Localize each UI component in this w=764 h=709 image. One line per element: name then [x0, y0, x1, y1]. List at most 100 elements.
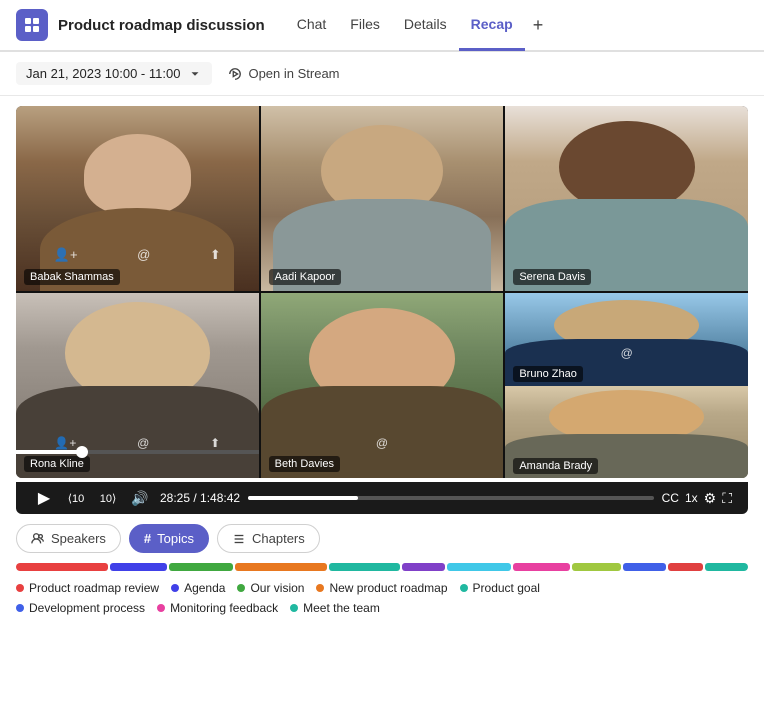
volume-button[interactable]: 🔊 [128, 486, 152, 510]
chevron-down-icon [188, 67, 202, 81]
cell-icons-bruno: @ [505, 346, 748, 360]
progress-fill-main [248, 496, 357, 500]
legend-item-6[interactable]: Monitoring feedback [157, 601, 278, 615]
legend-dot-1 [171, 584, 179, 592]
fullscreen-button[interactable]: ⛶ [722, 490, 732, 507]
speakers-label: Speakers [51, 531, 106, 546]
subheader: Jan 21, 2023 10:00 - 11:00 Open in Strea… [0, 52, 764, 96]
tl-seg-7 [513, 563, 570, 571]
tl-seg-6 [447, 563, 511, 571]
mention-icon: @ [137, 247, 150, 263]
app-header: Product roadmap discussion Chat Files De… [0, 0, 764, 52]
share-icon: ⬆ [210, 247, 221, 263]
tl-seg-11 [705, 563, 748, 571]
tl-seg-2 [169, 563, 233, 571]
tabs-section: Speakers # Topics Chapters [0, 514, 764, 559]
legend-dot-7 [290, 604, 298, 612]
name-tag-bruno: Bruno Zhao [513, 366, 582, 382]
speed-button[interactable]: 1x [685, 491, 698, 505]
video-controls-bar: ▶ ⟨10 10⟩ 🔊 28:25 / 1:48:42 CC 1x ⚙ ⛶ [16, 482, 748, 514]
chapters-icon [232, 532, 246, 546]
progress-thumb [76, 446, 88, 458]
stream-label: Open in Stream [248, 66, 339, 81]
speakers-tab[interactable]: Speakers [16, 524, 121, 553]
nav-tabs: Chat Files Details Recap + [285, 0, 748, 51]
header-title: Product roadmap discussion [58, 17, 265, 34]
mention-icon-2: @ [137, 436, 149, 450]
legend-row-1: Product roadmap review Agenda Our vision… [0, 575, 764, 597]
video-cell-aadi: Aadi Kapoor [261, 106, 504, 291]
legend-dot-0 [16, 584, 24, 592]
name-tag-babak: Babak Shammas [24, 269, 120, 285]
tl-seg-0 [16, 563, 108, 571]
progress-bar-main[interactable] [248, 496, 654, 500]
progress-fill [16, 450, 82, 454]
add-person-icon: 👤+ [54, 247, 78, 263]
add-person-icon-2: 👤+ [54, 436, 76, 450]
video-cell-serena: Serena Davis [505, 106, 748, 291]
name-tag-beth: Beth Davies [269, 456, 340, 472]
settings-button[interactable]: ⚙ [704, 490, 717, 507]
tl-seg-10 [668, 563, 704, 571]
legend-item-5[interactable]: Development process [16, 601, 145, 615]
right-controls: CC 1x ⚙ ⛶ [662, 490, 732, 507]
video-cell-babak: Babak Shammas 👤+ @ ⬆ [16, 106, 259, 291]
chapters-tab[interactable]: Chapters [217, 524, 320, 553]
tl-seg-5 [402, 563, 445, 571]
topics-label: Topics [157, 531, 194, 546]
legend-item-7[interactable]: Meet the team [290, 601, 380, 615]
video-grid: Babak Shammas 👤+ @ ⬆ Aadi Kapoor Serena … [16, 106, 748, 478]
stream-icon [228, 67, 242, 81]
tl-seg-4 [329, 563, 400, 571]
date-label: Jan 21, 2023 10:00 - 11:00 [26, 66, 180, 81]
prev-button[interactable]: ⟨10 [64, 486, 88, 510]
play-button[interactable]: ▶ [32, 486, 56, 510]
progress-bar-overlay[interactable] [16, 450, 259, 454]
time-display: 28:25 / 1:48:42 [160, 491, 240, 505]
tabs-row: Speakers # Topics Chapters [16, 524, 748, 553]
cell-icons-beth: @ [261, 436, 504, 450]
video-cell-bruno: Bruno Zhao @ Amanda Brady [505, 293, 748, 478]
stream-link[interactable]: Open in Stream [228, 66, 339, 81]
video-cell-rona: Rona Kline 👤+ @ ⬆ [16, 293, 259, 478]
name-tag-serena: Serena Davis [513, 269, 591, 285]
legend-item-2[interactable]: Our vision [237, 581, 304, 595]
grid-icon [23, 16, 41, 34]
legend-dot-5 [16, 604, 24, 612]
mention-icon-4: @ [621, 346, 633, 360]
hash-icon: # [144, 531, 151, 546]
tl-seg-9 [623, 563, 666, 571]
chapters-label: Chapters [252, 531, 305, 546]
tl-seg-1 [110, 563, 167, 571]
name-tag-rona: Rona Kline [24, 456, 90, 472]
tl-seg-8 [572, 563, 622, 571]
legend-item-4[interactable]: Product goal [460, 581, 540, 595]
legend-dot-2 [237, 584, 245, 592]
cell-icons-rona: 👤+ @ ⬆ [16, 436, 259, 450]
legend-dot-6 [157, 604, 165, 612]
video-cell-beth: Beth Davies @ [261, 293, 504, 478]
share-icon-2: ⬆ [210, 436, 220, 450]
app-icon [16, 9, 48, 41]
tab-details[interactable]: Details [392, 0, 459, 51]
name-tag-aadi: Aadi Kapoor [269, 269, 342, 285]
legend-item-0[interactable]: Product roadmap review [16, 581, 159, 595]
legend-item-3[interactable]: New product roadmap [316, 581, 447, 595]
add-tab-button[interactable]: + [525, 0, 552, 51]
video-grid-container: Babak Shammas 👤+ @ ⬆ Aadi Kapoor Serena … [0, 96, 764, 482]
mention-icon-3: @ [376, 436, 388, 450]
tl-seg-3 [235, 563, 327, 571]
timeline-bar[interactable] [16, 563, 748, 571]
name-tag-amanda: Amanda Brady [513, 458, 598, 474]
tab-recap[interactable]: Recap [459, 0, 525, 51]
tab-chat[interactable]: Chat [285, 0, 339, 51]
cell-icons-babak: 👤+ @ ⬆ [16, 247, 259, 263]
speakers-icon [31, 532, 45, 546]
legend-dot-4 [460, 584, 468, 592]
tab-files[interactable]: Files [338, 0, 392, 51]
date-selector[interactable]: Jan 21, 2023 10:00 - 11:00 [16, 62, 212, 85]
next-button[interactable]: 10⟩ [96, 486, 120, 510]
legend-item-1[interactable]: Agenda [171, 581, 225, 595]
topics-tab[interactable]: # Topics [129, 524, 209, 553]
captions-button[interactable]: CC [662, 491, 679, 505]
